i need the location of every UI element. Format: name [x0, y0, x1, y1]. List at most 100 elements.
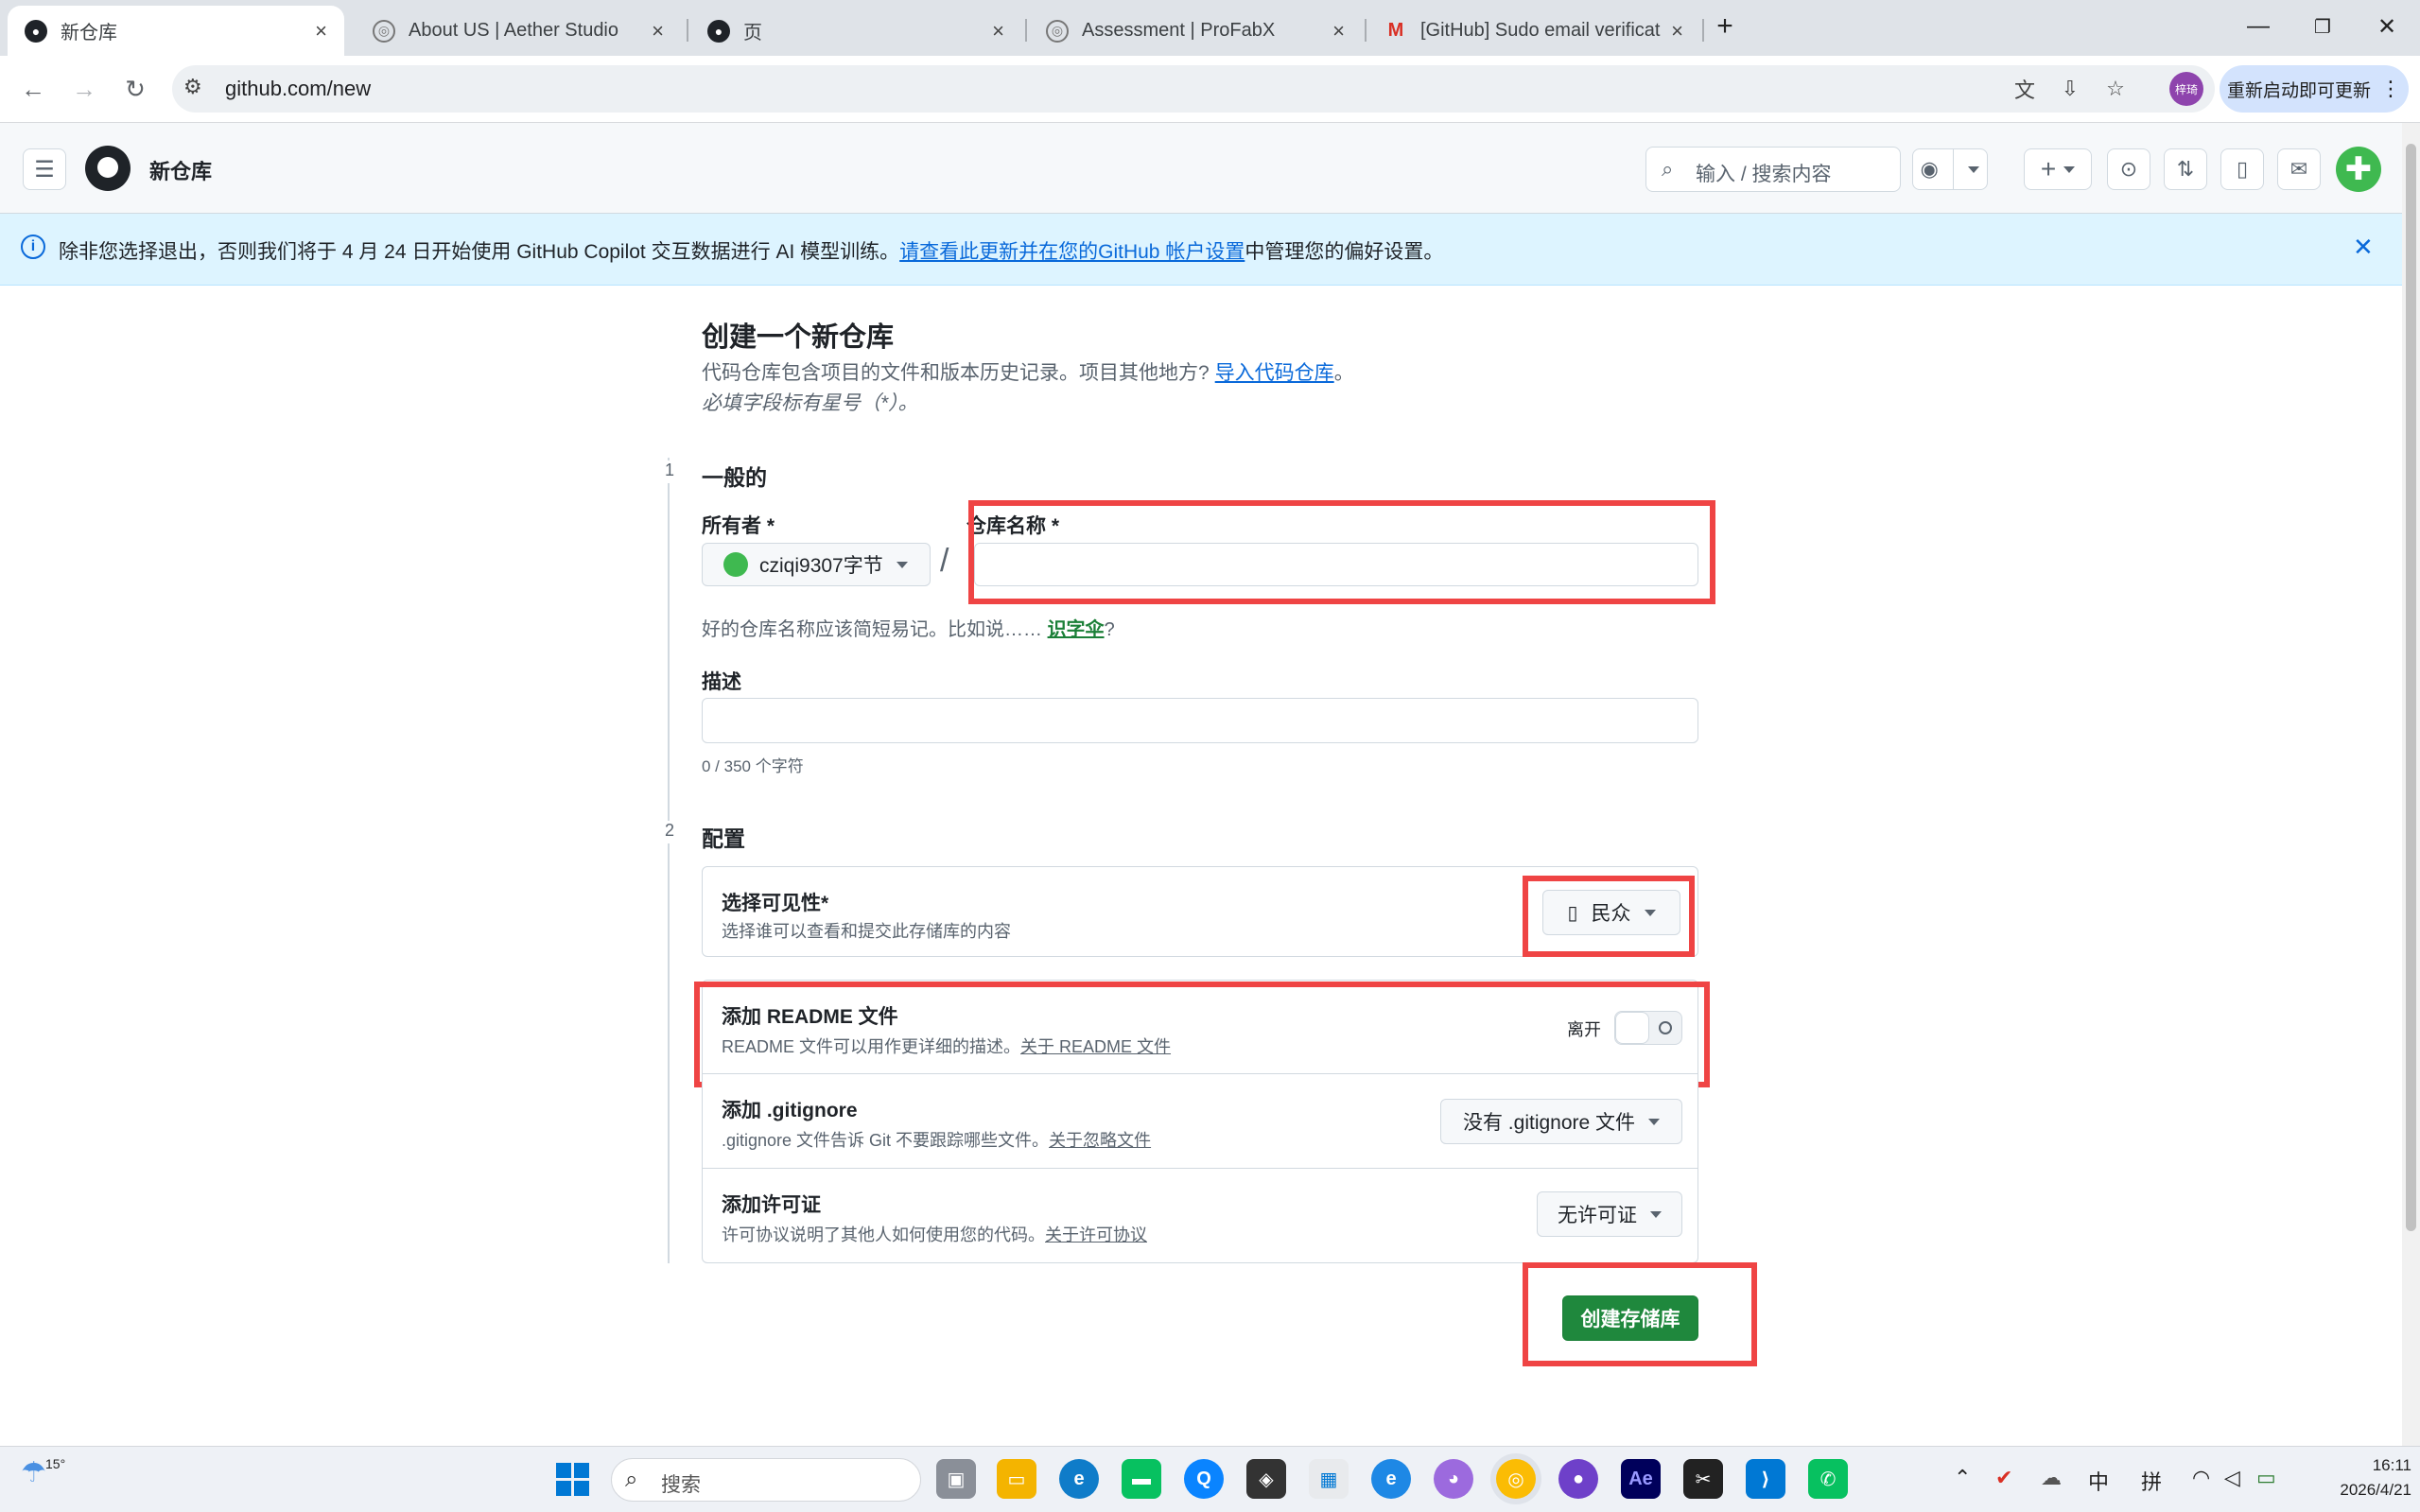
install-app-icon[interactable]: ⇩	[2054, 73, 2086, 105]
back-icon[interactable]: ←	[15, 71, 51, 107]
edge-icon[interactable]: e	[1059, 1459, 1099, 1499]
step-number: 2	[658, 821, 681, 843]
close-tab-icon[interactable]: ×	[992, 19, 1004, 43]
address-bar: ← → ↻ ⚙ github.com/new 文 ⇩ ☆ 梓琦 重新启动即可更新…	[0, 56, 2420, 123]
tab-page[interactable]: ● 页 ×	[690, 6, 1021, 56]
weather-temp: 15°	[45, 1456, 66, 1471]
close-tab-icon[interactable]: ×	[652, 19, 664, 43]
account-settings-link[interactable]: 请查看此更新并在您的GitHub 帐户设置	[899, 241, 1245, 263]
github-header: ☰ 新仓库 ⌕ 输入 / 搜索内容 ◉ + ⊙ ⇅ ▯ ✉ ✚	[0, 123, 2402, 214]
windows-start-icon[interactable]	[552, 1459, 592, 1499]
license-select[interactable]: 无许可证	[1537, 1191, 1682, 1237]
highlight-box-create	[1523, 1262, 1757, 1366]
tab-about-us[interactable]: ◎ About US | Aether Studio ×	[356, 6, 681, 56]
restore-icon[interactable]: ❐	[2306, 9, 2340, 43]
vscode-icon[interactable]: ⟩	[1746, 1459, 1785, 1499]
close-window-icon[interactable]: ✕	[2370, 9, 2404, 43]
chevron-down-icon	[2063, 165, 2076, 173]
volume-icon[interactable]: ◁	[2224, 1466, 2240, 1490]
file-explorer-icon[interactable]: ▭	[997, 1459, 1036, 1499]
tab-new-repo[interactable]: ● 新仓库 ×	[8, 6, 344, 56]
tab-assessment[interactable]: ◎ Assessment | ProFabX ×	[1029, 6, 1362, 56]
import-repo-link[interactable]: 导入代码仓库	[1215, 362, 1334, 384]
relaunch-update-button[interactable]: 重新启动即可更新 ⋮	[2220, 65, 2409, 113]
omnibox[interactable]: ⚙ github.com/new 文 ⇩ ☆ 梓琦	[172, 65, 2215, 113]
search-input[interactable]: ⌕ 输入 / 搜索内容	[1645, 147, 1901, 192]
clock-date[interactable]: 2026/4/21	[2289, 1481, 2411, 1500]
app-box-icon[interactable]: ◈	[1246, 1459, 1286, 1499]
copilot-icon: ◉	[1920, 157, 1939, 181]
close-tab-icon[interactable]: ×	[315, 19, 327, 43]
close-tab-icon[interactable]: ×	[1671, 19, 1683, 43]
about-license-link[interactable]: 关于许可协议	[1045, 1225, 1147, 1244]
clock-time[interactable]: 16:11	[2317, 1456, 2411, 1475]
highlight-box-visibility	[1523, 876, 1695, 957]
battery-icon[interactable]: ▭	[2256, 1466, 2276, 1490]
chrome-icon[interactable]: ◎	[1496, 1459, 1536, 1499]
copilot-button[interactable]: ◉	[1912, 148, 1988, 190]
translate-icon[interactable]: 文	[2009, 73, 2041, 105]
description-input[interactable]	[702, 698, 1698, 743]
chevron-down-icon	[1968, 165, 1980, 173]
inbox-icon[interactable]: ✉	[2277, 148, 2321, 190]
ime-language[interactable]: 中	[2088, 1466, 2109, 1496]
weather-icon[interactable]: ☂	[21, 1456, 46, 1489]
edge-ai-icon[interactable]: e	[1371, 1459, 1411, 1499]
pull-requests-icon[interactable]: ⇅	[2164, 148, 2207, 190]
after-effects-icon[interactable]: Ae	[1621, 1459, 1661, 1499]
owner-select[interactable]: cziqi9307字节	[702, 543, 931, 586]
page-subtitle: 代码仓库包含项目的文件和版本历史记录。项目其他地方? 导入代码仓库。	[702, 362, 1354, 384]
site-info-icon[interactable]: ⚙	[183, 75, 202, 99]
github-desktop-icon[interactable]: ●	[1558, 1459, 1598, 1499]
issues-icon[interactable]: ⊙	[2107, 148, 2150, 190]
close-tab-icon[interactable]: ×	[1332, 19, 1345, 43]
cat-app-icon[interactable]: ◕	[1434, 1459, 1473, 1499]
network-disconnected-icon[interactable]: ☁	[2041, 1466, 2062, 1490]
tray-app-icon[interactable]: ✔	[1995, 1466, 2012, 1490]
forward-icon[interactable]: →	[66, 71, 102, 107]
github-logo-icon[interactable]	[85, 146, 131, 191]
bookmark-star-icon[interactable]: ☆	[2099, 73, 2132, 105]
app-icon[interactable]: ▬	[1122, 1459, 1161, 1499]
step-number: 1	[658, 461, 681, 483]
section-heading-config: 配置	[702, 826, 745, 851]
highlight-box-readme	[694, 982, 1710, 1087]
reload-icon[interactable]: ↻	[117, 71, 153, 107]
wifi-icon[interactable]: ◠	[2192, 1466, 2210, 1490]
browser-q-icon[interactable]: Q	[1184, 1459, 1224, 1499]
banner-text: 除非您选择退出，否则我们将于 4 月 24 日开始使用 GitHub Copil…	[59, 241, 1444, 263]
ime-mode[interactable]: 拼	[2141, 1466, 2162, 1496]
step-timeline	[668, 458, 670, 1263]
owner-repo-separator: /	[940, 543, 949, 579]
wechat-icon[interactable]: ✆	[1808, 1459, 1848, 1499]
tab-gmail[interactable]: M [GitHub] Sudo email verificat ×	[1367, 6, 1700, 56]
github-icon: ●	[25, 19, 47, 43]
repositories-icon[interactable]: ▯	[2220, 148, 2264, 190]
windows-taskbar: ☂ 15° ⌕ 搜索 ▣ ▭ e ▬ Q ◈ ▦ e ◕ ◎ ● Ae ✂ ⟩ …	[0, 1446, 2420, 1512]
page-scrollbar[interactable]	[2402, 123, 2420, 1446]
task-view-icon[interactable]: ▣	[936, 1459, 976, 1499]
chevron-down-icon	[896, 561, 908, 568]
suggested-name-link[interactable]: 识字伞	[1048, 619, 1105, 640]
scrollbar-thumb[interactable]	[2406, 144, 2416, 1231]
user-avatar[interactable]: ✚	[2336, 147, 2381, 192]
dismiss-banner-icon[interactable]: ✕	[2353, 233, 2374, 262]
about-ignore-link[interactable]: 关于忽略文件	[1049, 1131, 1151, 1150]
page-title: 创建一个新仓库	[702, 322, 895, 353]
hamburger-menu-icon[interactable]: ☰	[23, 148, 66, 190]
capcut-icon[interactable]: ✂	[1683, 1459, 1723, 1499]
copilot-notice-banner: i 除非您选择退出，否则我们将于 4 月 24 日开始使用 GitHub Cop…	[0, 214, 2402, 286]
create-new-button[interactable]: +	[2024, 148, 2092, 190]
show-hidden-icons-icon[interactable]: ⌃	[1954, 1466, 1971, 1490]
gitignore-select[interactable]: 没有 .gitignore 文件	[1440, 1099, 1682, 1144]
profile-avatar[interactable]: 梓琦	[2169, 72, 2203, 106]
new-tab-icon[interactable]: +	[1708, 9, 1742, 43]
page-context-title[interactable]: 新仓库	[149, 155, 212, 185]
plus-icon: +	[2040, 154, 2057, 183]
url-text[interactable]: github.com/new	[225, 77, 371, 101]
minimize-icon[interactable]: —	[2241, 9, 2275, 43]
globe-icon: ◎	[1046, 19, 1069, 43]
browser-tab-strip: ● 新仓库 × ◎ About US | Aether Studio × ● 页…	[0, 0, 2420, 56]
taskbar-search[interactable]: ⌕ 搜索	[611, 1458, 921, 1502]
microsoft-store-icon[interactable]: ▦	[1309, 1459, 1349, 1499]
